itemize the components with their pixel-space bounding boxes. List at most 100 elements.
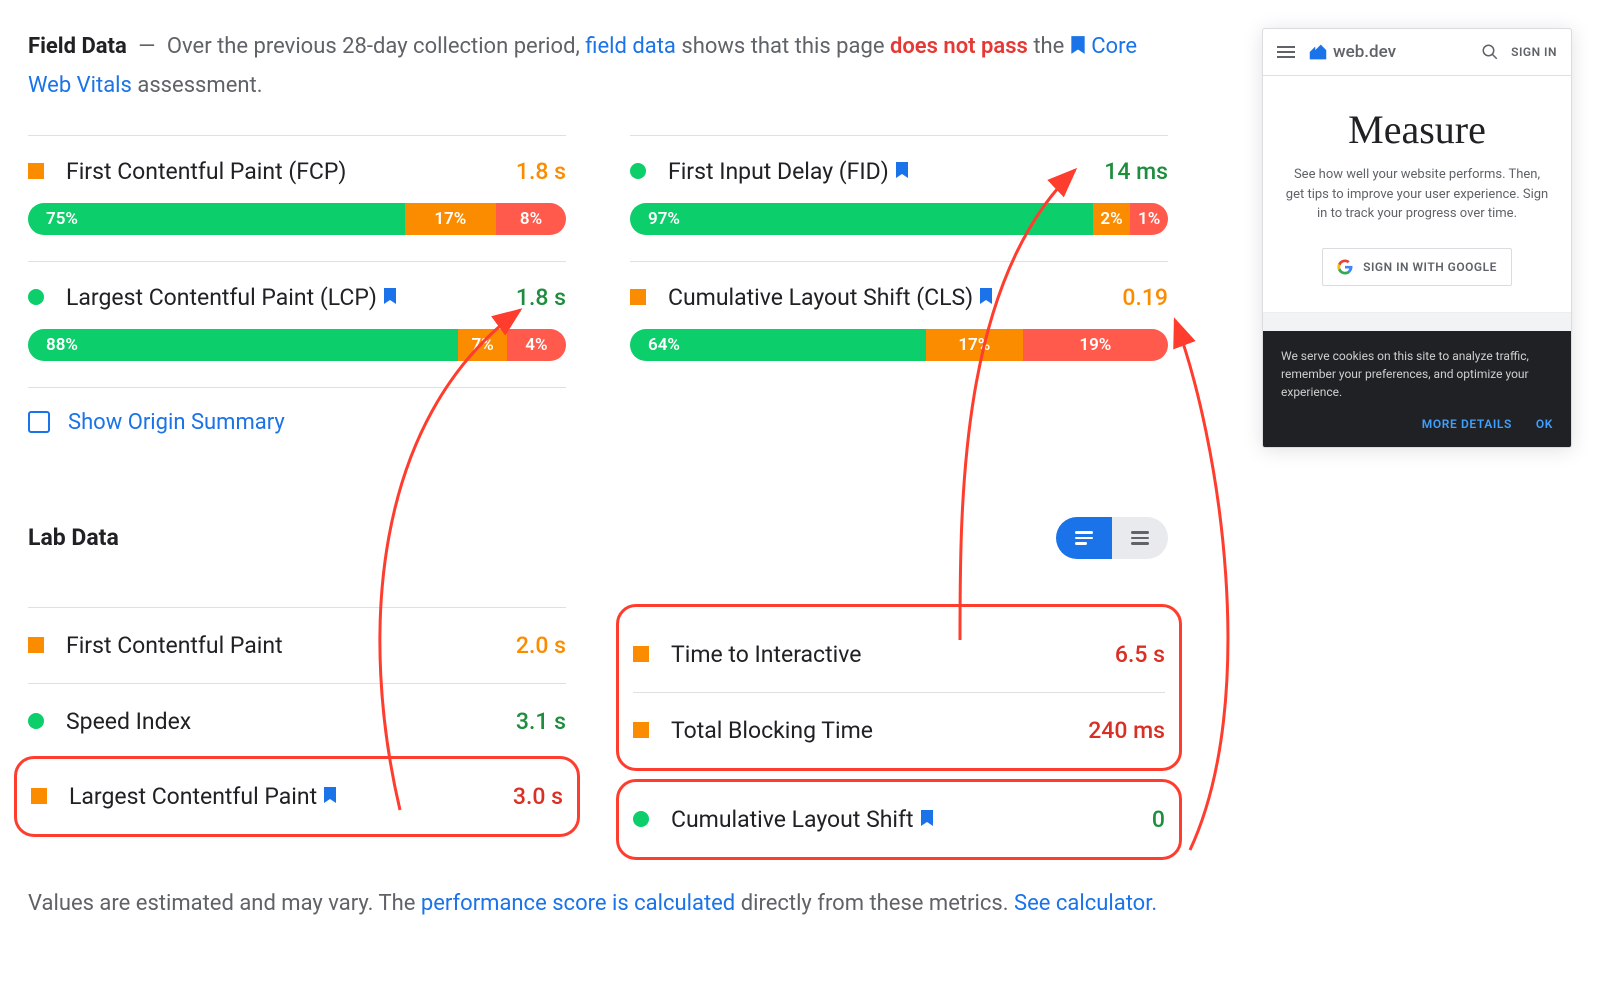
lab-data-title: Lab Data	[28, 524, 119, 551]
field-data-intro: Field Data — Over the previous 28-day co…	[28, 28, 1168, 105]
metric-value: 6.5 s	[1115, 641, 1165, 668]
status-icon	[633, 646, 649, 662]
webdev-logo[interactable]: web.dev	[1307, 41, 1396, 63]
metric-value: 1.8 s	[516, 284, 566, 311]
status-icon	[28, 637, 44, 653]
status-icon	[633, 722, 649, 738]
metric-name: Time to Interactive	[671, 641, 861, 668]
bookmark-icon	[920, 806, 934, 833]
phone-preview: web.dev SIGN IN Measure See how well you…	[1262, 28, 1572, 448]
bar-needs-improvement: 17%	[926, 329, 1023, 361]
phone-header: web.dev SIGN IN	[1263, 29, 1571, 76]
list-left-icon	[1075, 531, 1093, 545]
metric-name: Largest Contentful Paint	[69, 783, 317, 810]
metric-value: 1.8 s	[516, 158, 566, 185]
distribution-bar: 88% 7% 4%	[28, 329, 566, 361]
metric-name: Cumulative Layout Shift	[671, 806, 914, 833]
distribution-bar: 64% 17% 19%	[630, 329, 1168, 361]
perf-score-link[interactable]: performance score is calculated	[421, 891, 735, 916]
metric-value: 14 ms	[1104, 158, 1168, 185]
metric-name: First Contentful Paint	[66, 632, 283, 659]
phone-body: Measure See how well your website perfor…	[1263, 76, 1571, 313]
lab-cls: Cumulative Layout Shift 0	[633, 792, 1165, 847]
status-icon	[28, 713, 44, 729]
show-origin-summary-row[interactable]: Show Origin Summary	[28, 387, 566, 457]
field-metrics-grid: First Contentful Paint (FCP) 1.8 s 75% 1…	[28, 135, 1168, 457]
lab-section: Lab Data First Contentful Paint 2.0 s	[28, 517, 1168, 922]
cookie-text: We serve cookies on this site to analyze…	[1281, 347, 1553, 401]
lab-si: Speed Index 3.1 s	[28, 683, 566, 759]
lab-tbt: Total Blocking Time 240 ms	[633, 692, 1165, 758]
distribution-bar: 97% 2% 1%	[630, 203, 1168, 235]
bookmark-icon	[1070, 30, 1086, 67]
metric-lcp: Largest Contentful Paint (LCP) 1.8 s 88%…	[28, 261, 566, 387]
bar-poor: 19%	[1023, 329, 1168, 361]
metric-cls: Cumulative Layout Shift (CLS) 0.19 64% 1…	[630, 261, 1168, 387]
lab-fcp: First Contentful Paint 2.0 s	[28, 607, 566, 683]
phone-heading: Measure	[1285, 106, 1549, 153]
metric-fcp: First Contentful Paint (FCP) 1.8 s 75% 1…	[28, 135, 566, 261]
highlight-lcp: Largest Contentful Paint 3.0 s	[14, 756, 580, 837]
metric-name: Largest Contentful Paint (LCP)	[66, 284, 377, 311]
lab-lcp: Largest Contentful Paint 3.0 s	[31, 769, 563, 824]
bookmark-icon	[323, 783, 337, 810]
bar-needs-improvement: 2%	[1093, 203, 1131, 235]
status-icon	[28, 289, 44, 305]
lab-tti: Time to Interactive 6.5 s	[633, 617, 1165, 692]
see-calculator-link[interactable]: See calculator.	[1014, 891, 1157, 916]
bar-good: 88%	[28, 329, 458, 361]
dash: —	[138, 34, 155, 59]
ok-button[interactable]: OK	[1536, 415, 1553, 433]
sign-in-google-button[interactable]: SIGN IN WITH GOOGLE	[1322, 248, 1512, 286]
status-icon	[633, 811, 649, 827]
highlight-tti-tbt: Time to Interactive 6.5 s Total Blocking…	[616, 604, 1182, 771]
metric-value: 0	[1152, 806, 1165, 833]
origin-summary-label: Show Origin Summary	[68, 410, 285, 435]
view-toggle[interactable]	[1056, 517, 1168, 559]
bookmark-icon	[895, 158, 909, 185]
bar-good: 97%	[630, 203, 1093, 235]
google-logo-icon	[1337, 259, 1353, 275]
metric-value: 0.19	[1122, 284, 1168, 311]
bar-needs-improvement: 7%	[458, 329, 506, 361]
sign-in-link[interactable]: SIGN IN	[1511, 45, 1557, 59]
metric-name: First Input Delay (FID)	[668, 158, 889, 185]
bar-good: 64%	[630, 329, 926, 361]
list-center-icon	[1131, 531, 1149, 545]
metric-value: 2.0 s	[516, 632, 566, 659]
origin-summary-checkbox[interactable]	[28, 411, 50, 433]
status-icon	[630, 289, 646, 305]
metric-name: Total Blocking Time	[671, 717, 873, 744]
more-details-button[interactable]: MORE DETAILS	[1422, 415, 1512, 433]
bookmark-icon	[979, 284, 993, 311]
fail-text: does not pass	[890, 34, 1028, 59]
search-icon[interactable]	[1481, 43, 1499, 61]
brand-text: web.dev	[1333, 42, 1396, 62]
metric-value: 240 ms	[1088, 717, 1165, 744]
phone-gap	[1263, 313, 1571, 331]
cookie-banner: We serve cookies on this site to analyze…	[1263, 331, 1571, 447]
status-icon	[630, 163, 646, 179]
sign-in-google-label: SIGN IN WITH GOOGLE	[1363, 260, 1497, 274]
metric-value: 3.0 s	[513, 783, 563, 810]
highlight-cls: Cumulative Layout Shift 0	[616, 779, 1182, 860]
metric-name: Cumulative Layout Shift (CLS)	[668, 284, 973, 311]
field-data-link[interactable]: field data	[585, 34, 676, 59]
lab-metrics-grid: First Contentful Paint 2.0 s Speed Index…	[28, 607, 1168, 857]
bar-needs-improvement: 17%	[405, 203, 496, 235]
main-panel: Field Data — Over the previous 28-day co…	[28, 28, 1168, 922]
lab-footnote: Values are estimated and may vary. The p…	[28, 885, 1168, 922]
bar-good: 75%	[28, 203, 405, 235]
phone-description: See how well your website performs. Then…	[1285, 165, 1549, 224]
bar-poor: 1%	[1130, 203, 1168, 235]
metric-name: First Contentful Paint (FCP)	[66, 158, 346, 185]
view-toggle-left[interactable]	[1056, 517, 1112, 559]
status-icon	[31, 788, 47, 804]
metric-fid: First Input Delay (FID) 14 ms 97% 2% 1%	[630, 135, 1168, 261]
view-toggle-right[interactable]	[1112, 517, 1168, 559]
menu-icon[interactable]	[1277, 46, 1295, 58]
bar-poor: 8%	[496, 203, 566, 235]
field-data-title: Field Data	[28, 34, 127, 59]
metric-name: Speed Index	[66, 708, 191, 735]
bar-poor: 4%	[507, 329, 566, 361]
